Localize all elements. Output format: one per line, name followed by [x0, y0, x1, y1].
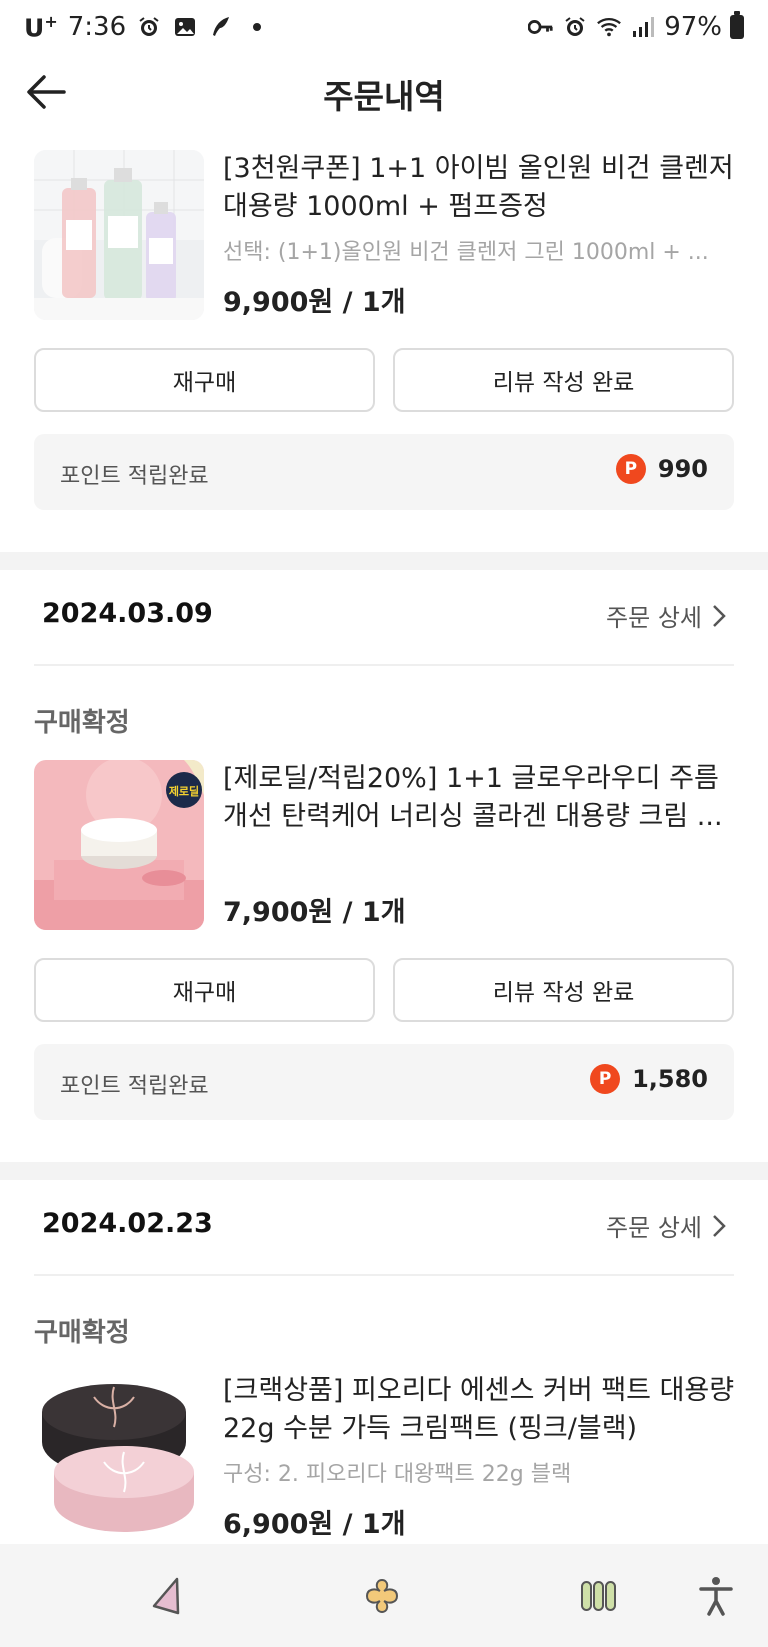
feather-icon	[208, 14, 234, 40]
product-info: [크랙상품] 피오리다 에센스 커버 팩트 대용량 22g 수분 가득 크림팩트…	[223, 1372, 738, 1488]
points-value: P 1,580	[590, 1064, 708, 1094]
zero-deal-badge: 제로딜	[169, 784, 199, 798]
point-badge-icon: P	[590, 1064, 621, 1094]
product-info: [제로딜/적립20%] 1+1 글로우라우디 주름개선 탄력케어 너리싱 콜라겐…	[223, 760, 738, 836]
app-header: 주문내역	[0, 58, 768, 128]
order-detail-link[interactable]: 주문 상세	[606, 598, 726, 633]
order-date: 2024.02.23	[42, 1208, 213, 1239]
product-price: 7,900원 / 1개	[223, 897, 406, 928]
order-product[interactable]: [3천원쿠폰] 1+1 아이빔 올인원 비건 클렌저 대용량 1000ml + …	[34, 150, 734, 322]
product-option: 구성: 2. 피오리다 대왕팩트 22g 블랙	[223, 1462, 572, 1487]
points-box: 포인트 적립완료 P 990	[34, 434, 734, 510]
signal-icon	[630, 14, 656, 40]
wifi-icon	[596, 14, 622, 40]
carrier: U+	[24, 12, 58, 43]
product-info: [3천원쿠폰] 1+1 아이빔 올인원 비건 클렌저 대용량 1000ml + …	[223, 150, 738, 266]
back-triangle-icon[interactable]	[144, 1574, 188, 1618]
status-bar: U+ 7:36 97%	[0, 0, 768, 58]
point-badge-icon: P	[615, 454, 646, 484]
gallery-icon	[172, 14, 198, 40]
points-value: P 990	[615, 454, 708, 484]
order-status: 구매확정	[34, 1318, 130, 1348]
points-amount: 1,580	[632, 1065, 708, 1093]
rebuy-button[interactable]: 재구매	[34, 958, 375, 1022]
points-label: 포인트 적립완료	[60, 464, 209, 489]
section-divider	[0, 552, 768, 570]
bottom-nav-bar	[0, 1544, 768, 1647]
battery-icon	[730, 11, 744, 39]
product-thumbnail[interactable]	[34, 1372, 204, 1542]
alarm-icon	[562, 14, 588, 40]
review-done-button[interactable]: 리뷰 작성 완료	[393, 958, 734, 1022]
section-divider	[0, 1162, 768, 1180]
alarm-icon	[136, 14, 162, 40]
page-title: 주문내역	[323, 77, 445, 116]
review-done-button[interactable]: 리뷰 작성 완료	[393, 348, 734, 412]
product-name[interactable]: [3천원쿠폰] 1+1 아이빔 올인원 비건 클렌저 대용량 1000ml + …	[223, 150, 738, 226]
order-product[interactable]: 제로딜 [제로딜/적립20%] 1+1 글로우라우디 주름개선 탄력케어 너리싱…	[34, 760, 734, 932]
order-status: 구매확정	[34, 708, 130, 738]
chevron-right-icon	[713, 1214, 726, 1237]
product-name[interactable]: [제로딜/적립20%] 1+1 글로우라우디 주름개선 탄력케어 너리싱 콜라겐…	[223, 760, 738, 836]
accessibility-icon[interactable]	[694, 1574, 738, 1618]
order-product[interactable]: [크랙상품] 피오리다 에센스 커버 팩트 대용량 22g 수분 가득 크림팩트…	[34, 1372, 734, 1544]
clock: 7:36	[67, 12, 127, 43]
dot-icon	[244, 14, 270, 40]
product-name[interactable]: [크랙상품] 피오리다 에센스 커버 팩트 대용량 22g 수분 가득 크림팩트…	[223, 1372, 738, 1448]
order-detail-link[interactable]: 주문 상세	[606, 1208, 726, 1243]
order-detail-label[interactable]: 주문 상세	[606, 598, 702, 633]
points-label: 포인트 적립완료	[60, 1074, 209, 1099]
order-detail-label[interactable]: 주문 상세	[606, 1208, 702, 1243]
rebuy-button[interactable]: 재구매	[34, 348, 375, 412]
home-clover-icon[interactable]	[360, 1574, 404, 1618]
product-price: 9,900원 / 1개	[223, 287, 406, 318]
product-thumbnail[interactable]	[34, 150, 204, 320]
row-divider	[34, 664, 734, 666]
product-thumbnail[interactable]: 제로딜	[34, 760, 204, 930]
chevron-right-icon	[713, 604, 726, 627]
points-amount: 990	[657, 455, 708, 483]
battery-percent: 97%	[664, 12, 722, 42]
recents-icon[interactable]	[576, 1574, 620, 1618]
key-icon	[528, 14, 554, 40]
points-box: 포인트 적립완료 P 1,580	[34, 1044, 734, 1120]
status-left: U+ 7:36	[24, 12, 270, 42]
row-divider	[34, 1274, 734, 1276]
product-option: 선택: (1+1)올인원 비건 클렌저 그린 1000ml + ...	[223, 240, 709, 265]
order-date: 2024.03.09	[42, 598, 213, 629]
product-price: 6,900원 / 1개	[223, 1509, 406, 1540]
status-right: 97%	[528, 11, 744, 42]
